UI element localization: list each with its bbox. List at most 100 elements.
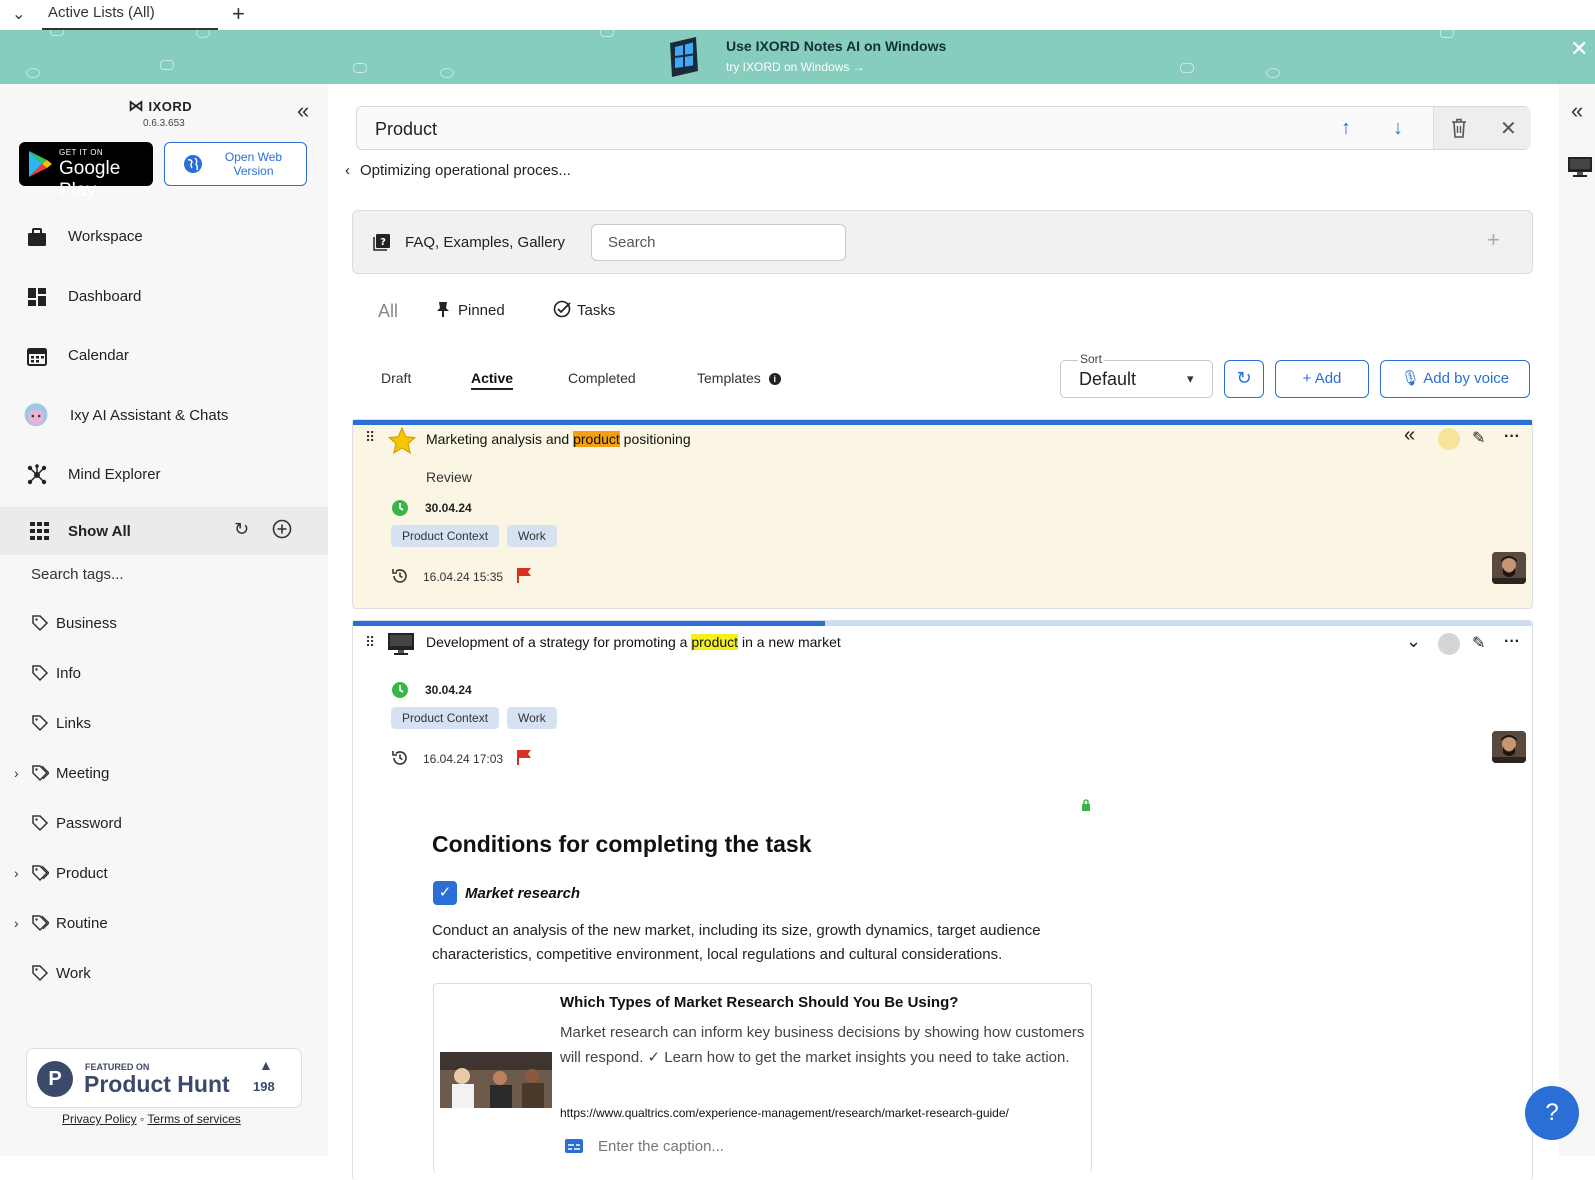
collapse-panel-icon[interactable]: « xyxy=(1571,98,1583,124)
link-preview[interactable]: Which Types of Market Research Should Yo… xyxy=(433,983,1092,1173)
faq-search-input[interactable]: Search xyxy=(591,224,846,261)
expand-icon[interactable]: ⌄ xyxy=(1406,631,1421,652)
chevron-left-icon[interactable]: ‹ xyxy=(345,162,350,179)
history-icon xyxy=(392,569,407,583)
tag-password[interactable]: Password xyxy=(0,809,328,839)
tab-active[interactable]: Active xyxy=(471,370,514,390)
link-url[interactable]: https://www.qualtrics.com/experience-man… xyxy=(560,1106,1009,1120)
tag-business[interactable]: Business xyxy=(0,609,328,639)
tag-info[interactable]: Info xyxy=(0,659,328,689)
check-circle-icon xyxy=(553,300,571,318)
tag-chip[interactable]: Product Context xyxy=(391,525,500,547)
caption-input[interactable]: Enter the caption... xyxy=(598,1138,724,1155)
flag-icon[interactable] xyxy=(516,749,532,765)
task-card[interactable]: ⠿ Marketing analysis and product positio… xyxy=(352,419,1533,609)
chevron-right-icon[interactable]: › xyxy=(14,765,19,781)
card-actions: ⌄ ✎ ··· xyxy=(1396,631,1520,657)
open-web-version-button[interactable]: Open Web Version xyxy=(164,142,307,186)
nav-dashboard[interactable]: Dashboard xyxy=(0,274,328,320)
search-tags-input[interactable]: Search tags... xyxy=(31,566,124,583)
drag-handle-icon[interactable]: ⠿ xyxy=(365,430,375,444)
card-title[interactable]: Development of a strategy for promoting … xyxy=(426,634,841,650)
windows-app-icon xyxy=(670,37,698,77)
flag-icon[interactable] xyxy=(516,567,532,583)
info-icon[interactable]: i xyxy=(768,373,781,385)
tag-chip[interactable]: Work xyxy=(507,707,557,729)
faq-label[interactable]: FAQ, Examples, Gallery xyxy=(405,234,565,251)
arrow-up-icon[interactable]: ↑ xyxy=(1341,117,1351,140)
avatar[interactable] xyxy=(1492,552,1526,584)
refresh-icon[interactable]: ↻ xyxy=(234,519,249,540)
tab-completed[interactable]: Completed xyxy=(568,370,636,386)
pencil-icon[interactable]: ✎ xyxy=(1472,428,1485,448)
add-button[interactable]: + Add xyxy=(1275,360,1369,398)
more-icon[interactable]: ··· xyxy=(1504,633,1520,651)
decor-shape xyxy=(1180,63,1194,73)
checkbox[interactable]: ✓ xyxy=(433,881,457,905)
collapse-icon[interactable]: « xyxy=(1404,424,1415,447)
tab-draft[interactable]: Draft xyxy=(381,370,411,386)
tag-work[interactable]: Work xyxy=(0,959,328,989)
arrow-down-icon[interactable]: ↓ xyxy=(1393,117,1403,140)
tag-meeting[interactable]: › Meeting xyxy=(0,759,328,789)
avatar[interactable] xyxy=(1492,731,1526,763)
pencil-icon[interactable]: ✎ xyxy=(1472,633,1485,653)
add-icon[interactable]: + xyxy=(1487,227,1500,253)
card-title[interactable]: Marketing analysis and product positioni… xyxy=(426,431,691,447)
nav-label: Ixy AI Assistant & Chats xyxy=(70,407,229,424)
trash-icon[interactable] xyxy=(1449,117,1469,139)
filter-pinned[interactable]: Pinned xyxy=(434,300,505,319)
tags-icon xyxy=(32,865,49,882)
user-avatar-image xyxy=(1492,731,1526,763)
more-icon[interactable]: ··· xyxy=(1504,428,1520,446)
privacy-policy-link[interactable]: Privacy Policy xyxy=(62,1112,137,1126)
nav-ai-assistant[interactable]: Ixy AI Assistant & Chats xyxy=(0,393,328,439)
sort-select[interactable]: Sort Default ▾ xyxy=(1060,352,1213,398)
tag-links[interactable]: Links xyxy=(0,709,328,739)
tag-icon xyxy=(32,965,49,982)
add-by-voice-button[interactable]: 🎙 Add by voice xyxy=(1380,360,1530,398)
collapse-sidebar-icon[interactable]: « xyxy=(297,98,309,124)
app-version: 0.6.3.653 xyxy=(143,118,185,129)
link-title[interactable]: Which Types of Market Research Should Yo… xyxy=(560,994,958,1011)
add-circle-icon[interactable] xyxy=(272,519,292,539)
breadcrumb[interactable]: ‹ Optimizing operational proces... xyxy=(345,162,571,179)
task-card[interactable]: ⠿ Development of a strategy for promotin… xyxy=(352,620,1533,1180)
color-dot[interactable] xyxy=(1438,633,1460,655)
google-play-button[interactable]: GET IT ON Google Play xyxy=(19,142,153,201)
drag-handle-icon[interactable]: ⠿ xyxy=(365,635,375,649)
banner-link[interactable]: try IXORD on Windows → xyxy=(726,60,865,74)
tag-chip[interactable]: Work xyxy=(507,525,557,547)
color-dot[interactable] xyxy=(1438,428,1460,450)
filter-tasks[interactable]: Tasks xyxy=(553,300,615,319)
product-hunt-badge[interactable]: P FEATURED ON Product Hunt ▲ 198 xyxy=(26,1048,302,1108)
close-icon[interactable]: ✕ xyxy=(1570,36,1588,62)
help-button[interactable]: ? xyxy=(1525,1086,1579,1140)
title-text: positioning xyxy=(619,431,691,447)
chevron-down-icon[interactable]: ⌄ xyxy=(12,4,25,24)
tab-active-lists[interactable]: Active Lists (All) xyxy=(42,0,218,30)
search-highlight: product xyxy=(573,431,620,447)
nav-calendar[interactable]: Calendar xyxy=(0,333,328,379)
star-icon[interactable] xyxy=(388,427,416,454)
search-input[interactable]: Product xyxy=(375,119,437,140)
title-text: Development of a strategy for promoting … xyxy=(426,634,692,650)
show-all-row[interactable]: Show All ↻ xyxy=(0,507,328,555)
tab-templates[interactable]: Templates i xyxy=(697,370,781,386)
decor-shape xyxy=(26,68,40,78)
link-preview-image xyxy=(440,1052,552,1108)
tag-chip[interactable]: Product Context xyxy=(391,707,500,729)
add-tab-icon[interactable]: + xyxy=(232,1,245,27)
chevron-right-icon[interactable]: › xyxy=(14,865,19,881)
nav-workspace[interactable]: Workspace xyxy=(0,214,328,260)
nav-mind-explorer[interactable]: Mind Explorer xyxy=(0,452,328,498)
monitor-icon[interactable] xyxy=(1567,156,1593,180)
close-search-icon[interactable]: ✕ xyxy=(1500,116,1517,141)
refresh-button[interactable]: ↻ xyxy=(1224,360,1264,398)
tag-routine[interactable]: › Routine xyxy=(0,909,328,939)
filter-all[interactable]: All xyxy=(378,301,398,322)
refresh-icon: ↻ xyxy=(1236,368,1252,388)
terms-link[interactable]: Terms of services xyxy=(147,1112,240,1126)
chevron-right-icon[interactable]: › xyxy=(14,915,19,931)
tag-product[interactable]: › Product xyxy=(0,859,328,889)
